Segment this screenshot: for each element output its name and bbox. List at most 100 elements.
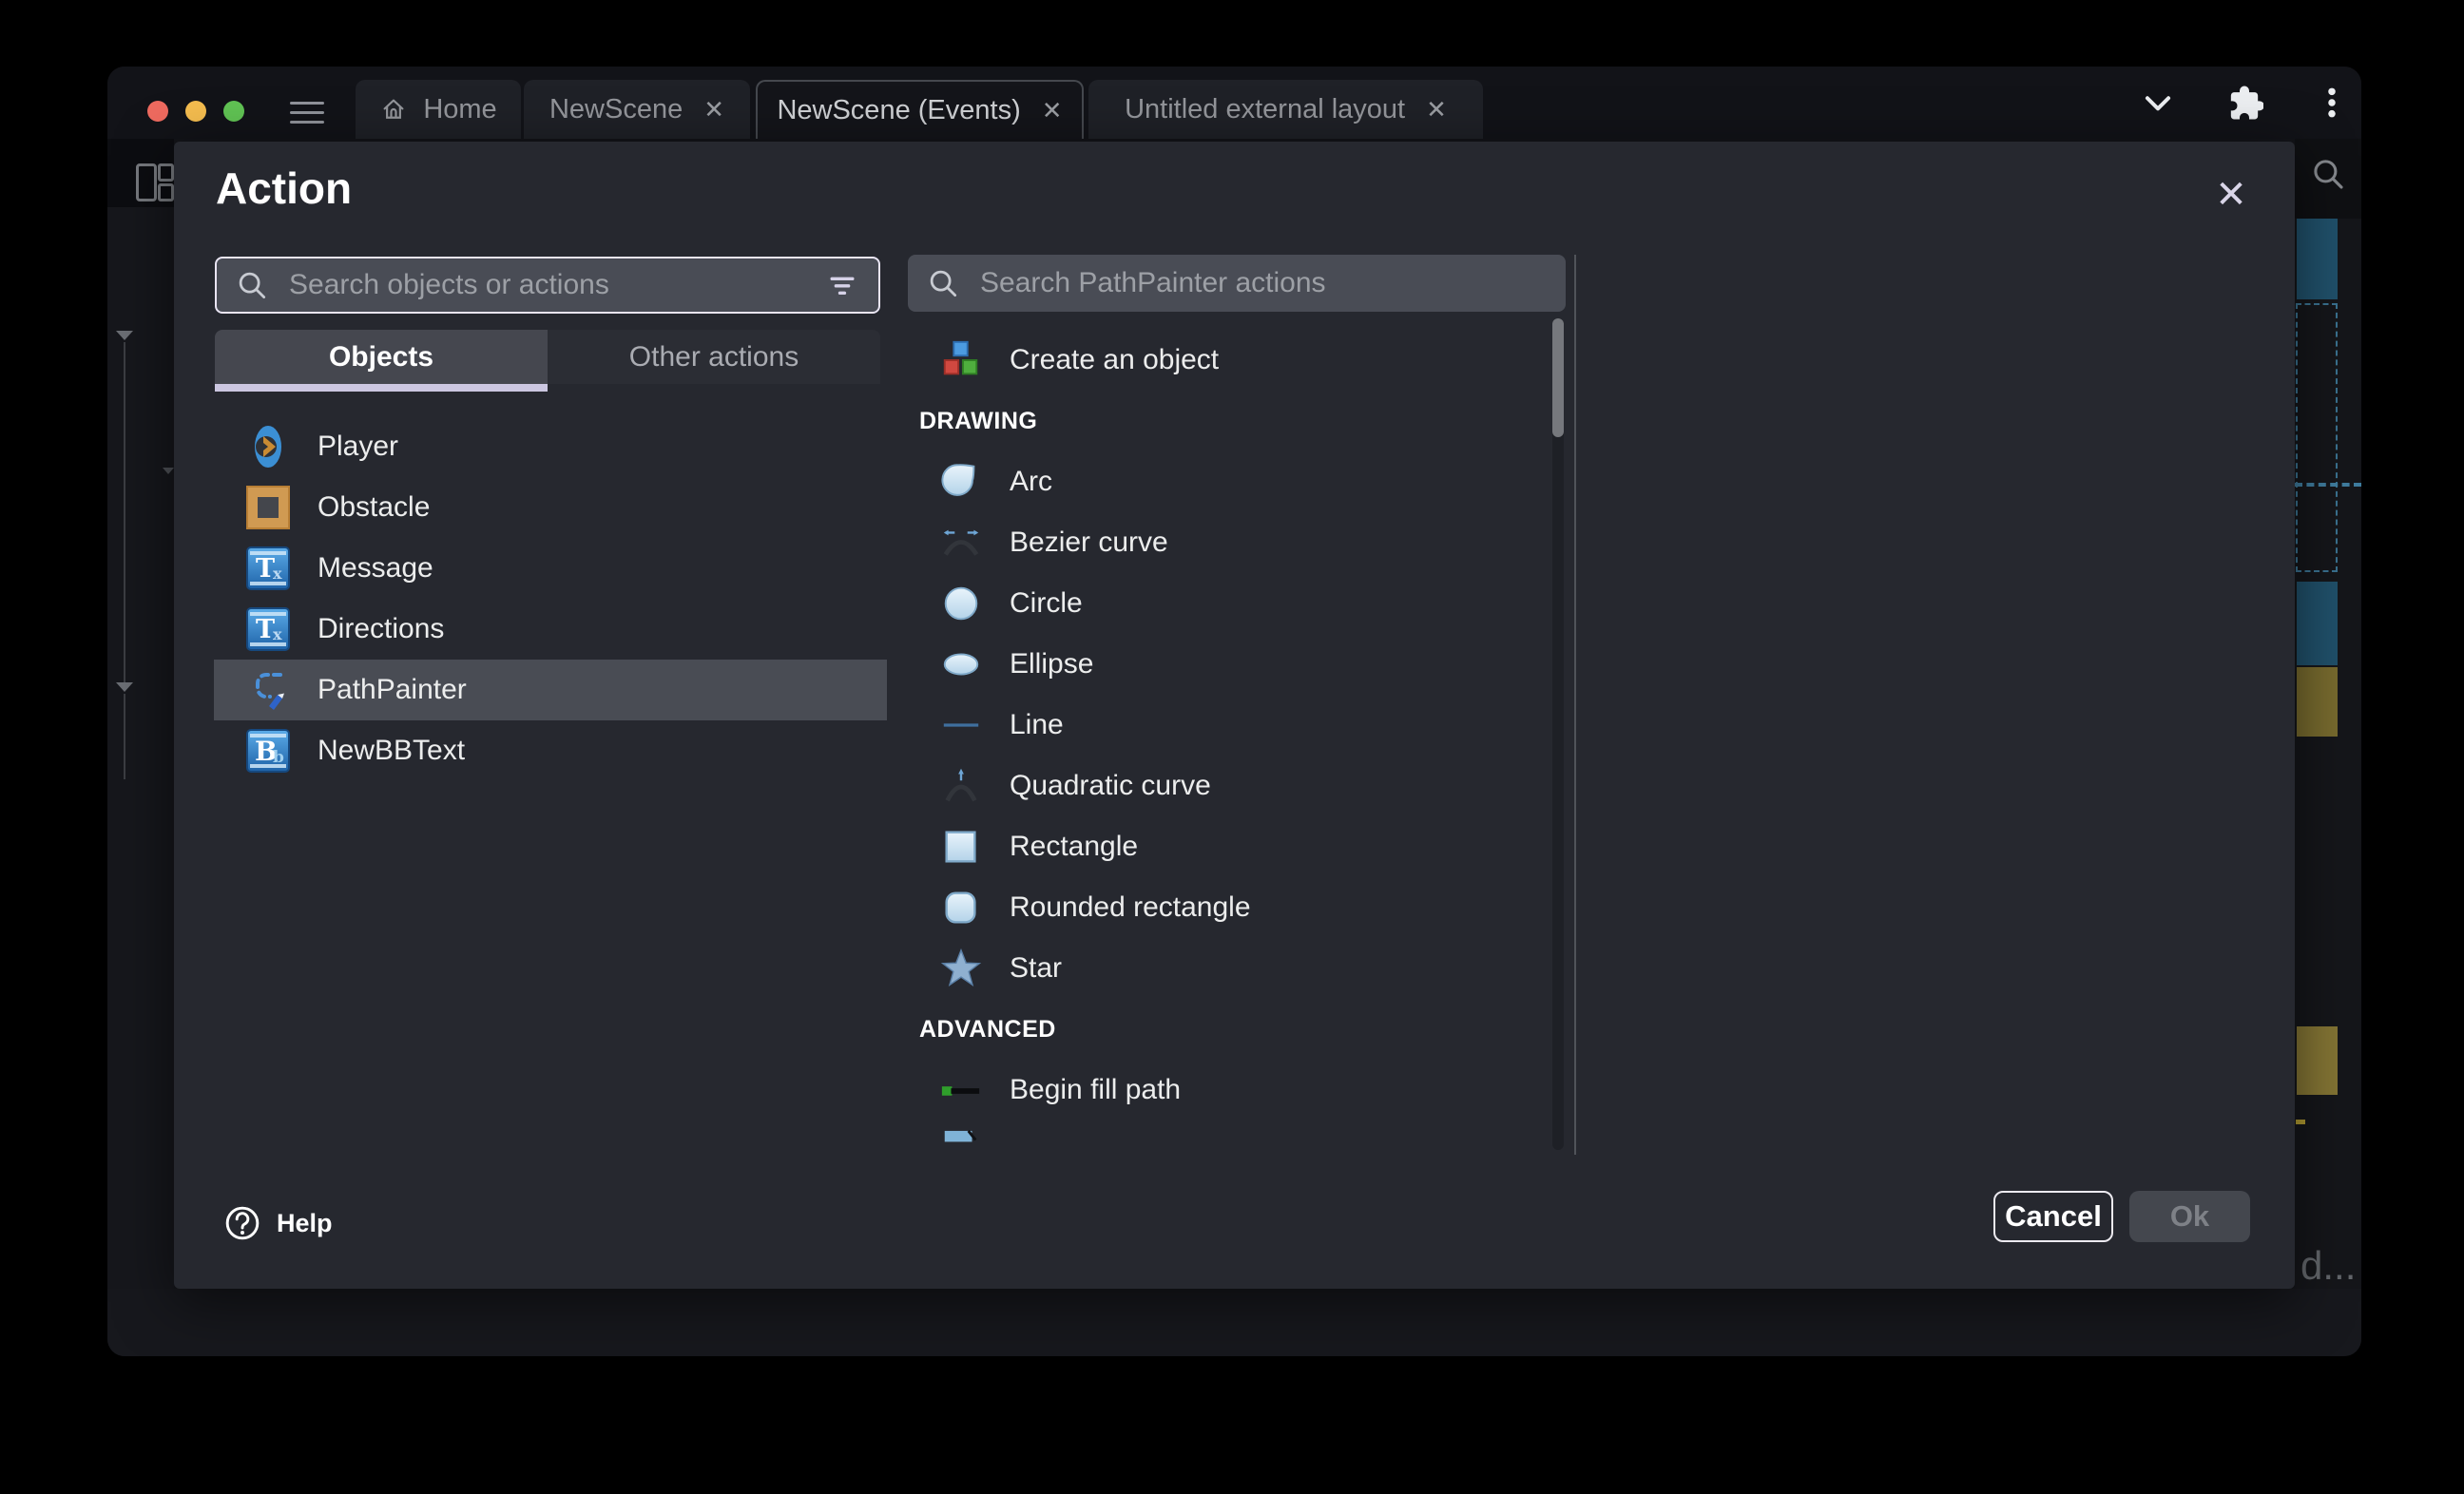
object-label: Directions: [318, 613, 444, 645]
bezier-curve-icon: [939, 521, 983, 565]
object-item-directions[interactable]: Directions: [214, 599, 887, 660]
search-icon: [234, 267, 270, 303]
action-label: Rounded rectangle: [1010, 891, 1251, 924]
tab-label: NewScene (Events): [777, 95, 1020, 126]
tab-label: NewScene: [549, 94, 683, 125]
event-link-fragment: [2296, 1120, 2305, 1124]
event-fold-arrow-icon[interactable]: [163, 468, 174, 474]
events-list-icon: [136, 163, 157, 201]
action-item-begin-fill-path[interactable]: Begin fill path: [908, 1060, 1550, 1120]
object-item-obstacle[interactable]: Obstacle: [214, 477, 887, 538]
action-item-rectangle[interactable]: Rectangle: [908, 816, 1550, 877]
star-icon: [939, 947, 983, 990]
action-item-rounded-rectangle[interactable]: Rounded rectangle: [908, 877, 1550, 938]
object-label: Message: [318, 552, 433, 584]
object-label: PathPainter: [318, 674, 467, 706]
close-icon[interactable]: ✕: [2208, 172, 2254, 218]
chevron-down-icon[interactable]: [2137, 67, 2179, 139]
objects-list: Player Obstacle Message Directions PathPaint…: [214, 416, 887, 781]
object-search-input[interactable]: [287, 268, 806, 302]
begin-fill-path-icon: [939, 1068, 983, 1112]
create-object-icon: [939, 338, 983, 382]
action-label: Bezier curve: [1010, 527, 1168, 559]
help-button[interactable]: Help: [223, 1204, 333, 1242]
event-condition-block: [2297, 582, 2338, 665]
search-icon: [925, 265, 961, 301]
action-item-circle[interactable]: Circle: [908, 573, 1550, 634]
event-fold-arrow-icon[interactable]: [116, 682, 133, 692]
ellipse-icon: [939, 642, 983, 686]
help-question-icon: [223, 1204, 261, 1242]
object-item-player[interactable]: Player: [214, 416, 887, 477]
action-label: Arc: [1010, 466, 1052, 498]
bbtext-icon: [245, 728, 291, 774]
action-item-star[interactable]: Star: [908, 938, 1550, 999]
traffic-minimize-button[interactable]: [185, 101, 206, 122]
traffic-zoom-button[interactable]: [223, 101, 244, 122]
action-item-ellipse[interactable]: Ellipse: [908, 634, 1550, 695]
action-search-box: [908, 255, 1566, 312]
object-item-message[interactable]: Message: [214, 538, 887, 599]
quadratic-curve-icon: [939, 764, 983, 808]
event-action-block: [2297, 1026, 2338, 1095]
action-label: Begin fill path: [1010, 1074, 1181, 1106]
action-item-line[interactable]: Line: [908, 695, 1550, 756]
hamburger-menu-icon[interactable]: [290, 102, 324, 124]
event-action-block: [2297, 667, 2338, 737]
action-dialog: Action ✕ Objects Other actions Player Obst…: [174, 142, 2295, 1289]
close-tab-icon[interactable]: ✕: [1426, 95, 1447, 124]
section-header-drawing: DRAWING: [908, 391, 1550, 451]
circle-icon: [939, 582, 983, 625]
tab-label: Other actions: [629, 341, 799, 374]
object-item-pathpainter[interactable]: PathPainter: [214, 660, 887, 720]
titlebar: HomeNewScene✕NewScene (Events)✕Untitled …: [107, 67, 2361, 139]
line-icon: [939, 703, 983, 747]
cancel-button[interactable]: Cancel: [1993, 1191, 2113, 1242]
player-icon: [245, 424, 291, 469]
kebab-menu-icon[interactable]: [2311, 67, 2353, 139]
scrollbar-thumb[interactable]: [1552, 318, 1564, 437]
tab-newscene[interactable]: NewScene ✕: [524, 80, 750, 139]
tab-objects[interactable]: Objects: [215, 330, 548, 384]
pathpainter-icon: [245, 667, 291, 713]
action-item-arc[interactable]: Arc: [908, 451, 1550, 512]
dialog-title: Action: [216, 163, 352, 214]
action-label: Ellipse: [1010, 648, 1093, 680]
tab-other-actions[interactable]: Other actions: [548, 330, 880, 384]
filter-icon[interactable]: [823, 266, 861, 304]
action-label: Create an object: [1010, 344, 1219, 376]
tab-label: Home: [423, 94, 496, 125]
close-tab-icon[interactable]: ✕: [703, 95, 724, 124]
arc-icon: [939, 460, 983, 504]
action-item-bezier-curve[interactable]: Bezier curve: [908, 512, 1550, 573]
ok-button[interactable]: Ok: [2129, 1191, 2250, 1242]
object-label: Obstacle: [318, 491, 430, 524]
action-item-clipped[interactable]: [908, 1120, 1550, 1150]
tab-untitled-external-layout[interactable]: Untitled external layout✕: [1088, 80, 1483, 139]
events-list-icon: [158, 163, 174, 182]
tab-home[interactable]: Home: [356, 80, 521, 139]
action-item-create-an-object[interactable]: Create an object: [908, 330, 1550, 391]
object-label: NewBBText: [318, 735, 465, 767]
actions-scrollbar[interactable]: [1552, 318, 1564, 1150]
tab-newscene-events-[interactable]: NewScene (Events) ✕: [756, 80, 1084, 139]
object-search-box: [215, 257, 880, 314]
action-search-input[interactable]: [978, 266, 1549, 300]
home-icon: [379, 95, 408, 124]
object-item-newbbtext[interactable]: NewBBText: [214, 720, 887, 781]
search-icon[interactable]: [2308, 154, 2348, 199]
action-item-quadratic-curve[interactable]: Quadratic curve: [908, 756, 1550, 816]
help-label: Help: [277, 1209, 333, 1238]
events-editor-right-edge: d...: [2295, 139, 2361, 1289]
section-header-advanced: ADVANCED: [908, 999, 1550, 1060]
event-fold-arrow-icon[interactable]: [116, 331, 133, 340]
event-drop-indicator: [2295, 483, 2361, 487]
truncated-event-text: d...: [2300, 1243, 2356, 1289]
close-tab-icon[interactable]: ✕: [1042, 96, 1063, 125]
traffic-close-button[interactable]: [147, 101, 168, 122]
object-label: Player: [318, 431, 398, 463]
screen: HomeNewScene✕NewScene (Events)✕Untitled …: [0, 0, 2464, 1494]
extensions-puzzle-icon[interactable]: [2223, 67, 2265, 139]
action-label: Circle: [1010, 587, 1083, 620]
event-condition-block: [2297, 219, 2338, 299]
